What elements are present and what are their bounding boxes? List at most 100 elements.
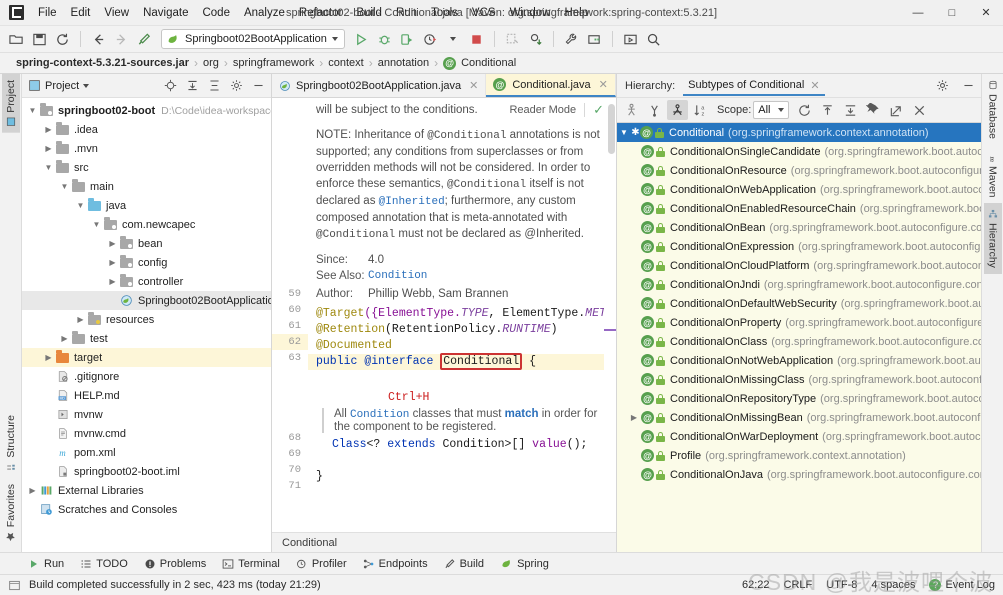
chevron-down-icon[interactable]: ▼	[42, 163, 55, 172]
hierarchy-row-profile[interactable]: @ Profile (org.springframework.context.a…	[617, 446, 981, 465]
code-block[interactable]: @Target({ElementType.TYPE, ElementType.M…	[308, 306, 616, 485]
run-coverage-icon[interactable]	[397, 29, 418, 50]
back-arrow-icon[interactable]	[88, 29, 109, 50]
toolwindow-spring[interactable]: Spring	[500, 557, 549, 570]
tree-item-pom-xml[interactable]: m pom.xml	[22, 443, 271, 462]
hierarchy-row[interactable]: @ ConditionalOnWebApplication (org.sprin…	[617, 180, 981, 199]
toolwindow-problems[interactable]: Problems	[144, 558, 206, 570]
tree-item-springboot02bootapplication[interactable]: Springboot02BootApplicatio	[22, 291, 271, 310]
hierarchy-row-missing-bean[interactable]: ▶ @ ConditionalOnMissingBean (org.spring…	[617, 408, 981, 427]
breadcrumb-item-context[interactable]: context	[324, 57, 367, 69]
indent-setting[interactable]: 4 spaces	[871, 579, 915, 591]
editor-footer-crumb[interactable]: Conditional	[282, 537, 337, 549]
chevron-down-icon[interactable]: ▼	[74, 201, 87, 210]
menu-file[interactable]: File	[31, 4, 64, 22]
hierarchy-row[interactable]: @ ConditionalOnMissingClass (org.springf…	[617, 370, 981, 389]
collapse-all-icon[interactable]	[205, 77, 223, 95]
save-icon[interactable]	[29, 29, 50, 50]
tree-item-springboot02-boot[interactable]: ▼ springboot02-boot D:\Code\idea-workspa…	[22, 101, 271, 120]
hierarchy-row[interactable]: @ ConditionalOnRepositoryType (org.sprin…	[617, 389, 981, 408]
tree-item-com-newcapec[interactable]: ▼ com.newcapec	[22, 215, 271, 234]
toolwindow-endpoints[interactable]: Endpoints	[363, 558, 428, 570]
tree-item-help-md[interactable]: MD HELP.md	[22, 386, 271, 405]
build-window-icon[interactable]	[8, 579, 21, 592]
close-icon[interactable]: ✕	[599, 78, 608, 91]
tree-item-bean[interactable]: ▶ bean	[22, 234, 271, 253]
hierarchy-tree[interactable]: ▼ ✱ @ Conditional (org.springframework.c…	[617, 123, 981, 552]
chevron-down-icon[interactable]: ▼	[617, 128, 631, 137]
tree-item-mvn[interactable]: ▶ .mvn	[22, 139, 271, 158]
menu-analyze[interactable]: Analyze	[237, 4, 292, 22]
chevron-right-icon[interactable]: ▶	[74, 315, 87, 324]
tree-item-main[interactable]: ▼ main	[22, 177, 271, 196]
scope-dropdown[interactable]: All	[753, 101, 790, 119]
run-icon[interactable]	[351, 29, 372, 50]
hide-icon[interactable]	[249, 77, 267, 95]
tree-item-target[interactable]: ▶ target	[22, 348, 271, 367]
hierarchy-row[interactable]: @ ConditionalOnJndi (org.springframework…	[617, 275, 981, 294]
hierarchy-row[interactable]: @ ConditionalOnNotWebApplication (org.sp…	[617, 351, 981, 370]
toolwindow-run[interactable]: Run	[28, 558, 64, 570]
locate-icon[interactable]	[161, 77, 179, 95]
tree-item-src[interactable]: ▼ src	[22, 158, 271, 177]
maximize-button[interactable]: □	[935, 0, 969, 26]
menu-help[interactable]: Help	[557, 4, 595, 22]
tab-conditional-java[interactable]: @ Conditional.java ✕	[486, 74, 616, 97]
hierarchy-row[interactable]: @ ConditionalOnProperty (org.springframe…	[617, 313, 981, 332]
see-also-link[interactable]: Condition	[368, 268, 427, 284]
breadcrumb-item-annotation[interactable]: annotation	[374, 57, 433, 69]
tree-item-controller[interactable]: ▶ controller	[22, 272, 271, 291]
close-button[interactable]: ✕	[969, 0, 1003, 26]
close-icon[interactable]: ✕	[469, 79, 478, 92]
breadcrumb-item-org[interactable]: org	[199, 57, 223, 69]
tree-item-config[interactable]: ▶ config	[22, 253, 271, 272]
profiler-icon[interactable]	[420, 29, 441, 50]
hierarchy-tab-subtypes[interactable]: Subtypes of Conditional ✕	[683, 76, 825, 96]
pin-icon[interactable]	[863, 100, 884, 120]
tree-item-gitignore[interactable]: .gitignore	[22, 367, 271, 386]
file-encoding[interactable]: UTF-8	[826, 579, 857, 591]
editor-scrollbar[interactable]	[604, 98, 616, 532]
menu-navigate[interactable]: Navigate	[136, 4, 195, 22]
chevron-right-icon[interactable]: ▶	[106, 277, 119, 286]
chevron-down-icon[interactable]: ▼	[90, 220, 103, 229]
chevron-down-icon[interactable]: ▼	[58, 182, 71, 191]
hierarchy-row[interactable]: @ ConditionalOnSingleCandidate (org.spri…	[617, 142, 981, 161]
project-tree[interactable]: ▼ springboot02-boot D:\Code\idea-workspa…	[22, 98, 271, 552]
chevron-right-icon[interactable]: ▶	[26, 486, 39, 495]
chevron-down-icon[interactable]: ▼	[26, 106, 39, 115]
chevron-right-icon[interactable]: ▶	[42, 144, 55, 153]
hierarchy-row[interactable]: @ ConditionalOnCloudPlatform (org.spring…	[617, 256, 981, 275]
open-in-new-window-icon[interactable]	[886, 100, 907, 120]
chevron-right-icon[interactable]: ▶	[42, 353, 55, 362]
sidebar-item-hierarchy[interactable]: Hierarchy	[983, 203, 1002, 275]
expand-all-icon[interactable]	[183, 77, 201, 95]
class-hierarchy-icon[interactable]	[667, 100, 688, 120]
breadcrumb-item-jar[interactable]: spring-context-5.3.21-sources.jar	[12, 57, 193, 69]
supertypes-hierarchy-icon[interactable]	[621, 100, 642, 120]
export-icon[interactable]	[817, 100, 838, 120]
sidebar-item-structure[interactable]: Structure	[2, 409, 20, 478]
presentation-icon[interactable]	[620, 29, 641, 50]
project-structure-icon[interactable]	[584, 29, 605, 50]
tree-item-idea[interactable]: ▶ .idea	[22, 120, 271, 139]
build-hammer-icon[interactable]	[134, 29, 155, 50]
hierarchy-row[interactable]: @ ConditionalOnEnabledResourceChain (org…	[617, 199, 981, 218]
hierarchy-row[interactable]: @ ConditionalOnWarDeployment (org.spring…	[617, 427, 981, 446]
tree-item-mvnw[interactable]: mvnw	[22, 405, 271, 424]
debug-icon[interactable]	[374, 29, 395, 50]
chevron-right-icon[interactable]: ▶	[106, 258, 119, 267]
hierarchy-row[interactable]: @ ConditionalOnClass (org.springframewor…	[617, 332, 981, 351]
scrollbar-thumb[interactable]	[608, 104, 615, 154]
hierarchy-row[interactable]: @ ConditionalOnExpression (org.springfra…	[617, 237, 981, 256]
breadcrumb-item-springframework[interactable]: springframework	[229, 57, 318, 69]
chevron-right-icon[interactable]: ▶	[106, 239, 119, 248]
tree-item-scratches[interactable]: Scratches and Consoles	[22, 500, 271, 519]
sync-icon[interactable]	[52, 29, 73, 50]
reader-mode-indicator[interactable]: Reader Mode ✓	[509, 102, 604, 118]
tree-item-resources[interactable]: ▶ resources	[22, 310, 271, 329]
commit-icon[interactable]	[525, 29, 546, 50]
subtypes-hierarchy-icon[interactable]	[644, 100, 665, 120]
chevron-right-icon[interactable]: ▶	[42, 125, 55, 134]
search-everywhere-icon[interactable]	[643, 29, 664, 50]
